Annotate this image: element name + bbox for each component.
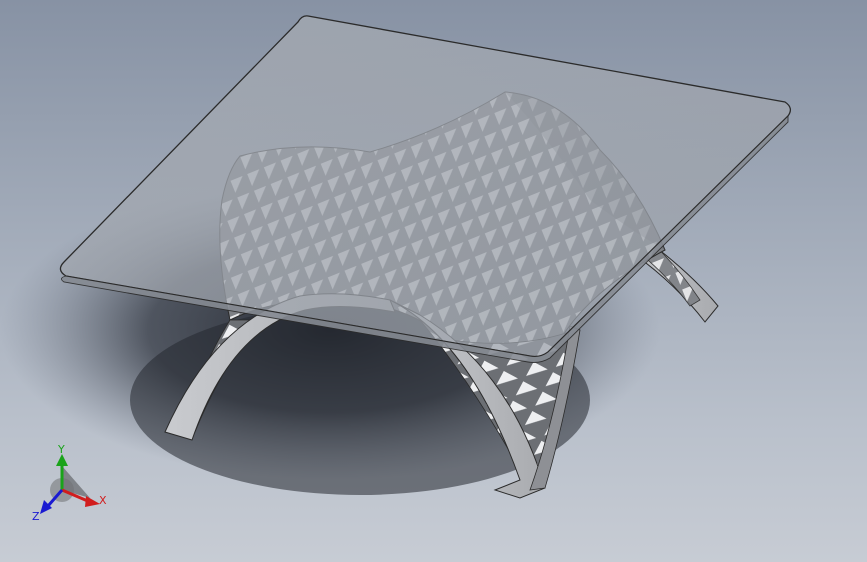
z-axis-label: Z: [32, 510, 40, 523]
graphics-viewport[interactable]: Y X Z: [0, 0, 867, 562]
y-axis-label: Y: [57, 444, 65, 456]
model-scene[interactable]: [0, 0, 867, 562]
x-axis-arrow-icon: [85, 496, 100, 507]
x-axis-label: X: [99, 494, 107, 507]
coordinate-triad[interactable]: Y X Z: [30, 444, 120, 524]
